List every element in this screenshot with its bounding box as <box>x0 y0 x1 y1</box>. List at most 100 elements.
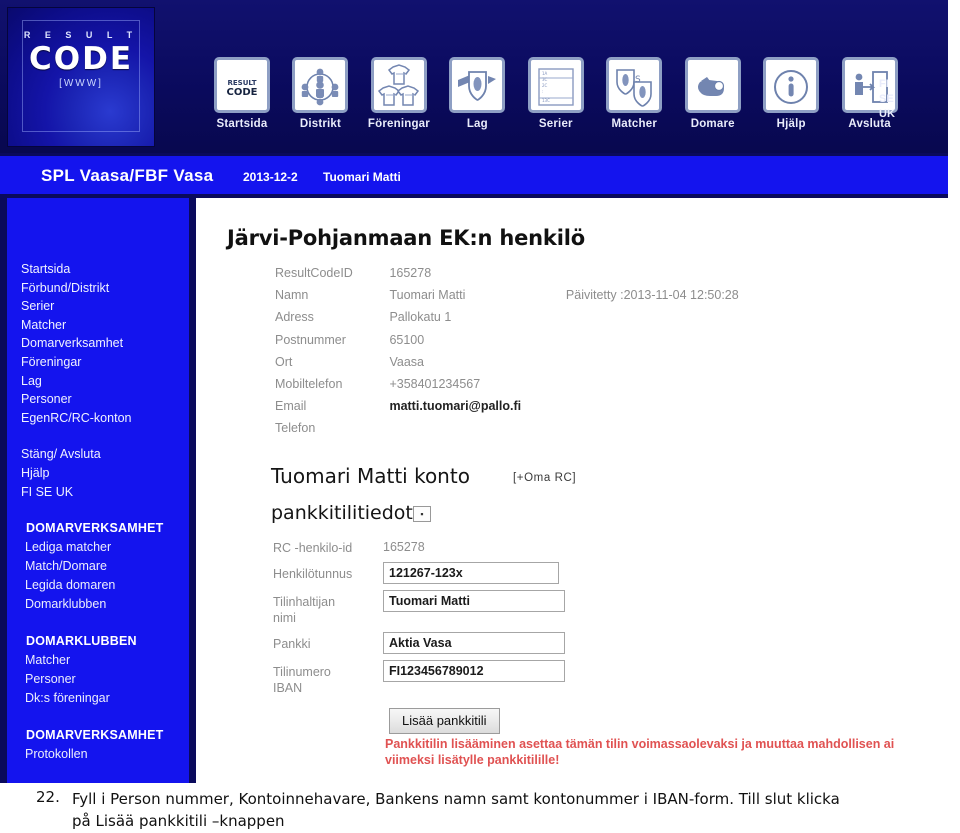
svg-text:RESULT: RESULT <box>228 79 257 87</box>
sidebar-item-match-domare[interactable]: Match/Domare <box>21 557 189 576</box>
figure-caption: 22. Fyll i Person nummer, Kontoinnehavar… <box>0 783 960 833</box>
field-label: Email <box>275 399 307 414</box>
nav-item-hjalp[interactable]: Hjälp <box>754 57 828 130</box>
field-label: Postnummer <box>275 332 346 347</box>
field-value: 65100 <box>389 332 425 347</box>
caption-line-1: Fyll i Person nummer, Kontoinnehavare, B… <box>72 790 840 808</box>
form-row-account-holder: Tilinhaltijan nimi <box>273 590 565 626</box>
warning-message: Pankkitilin lisääminen asettaa tämän til… <box>385 736 948 768</box>
club-name: SPL Vaasa/FBF Vasa <box>41 166 214 185</box>
svg-text:S: S <box>635 75 641 85</box>
sidebar-item-domarklubben[interactable]: Domarklubben <box>21 595 189 614</box>
people-circle-icon <box>292 57 349 113</box>
nav-item-matcher[interactable]: S Matcher <box>597 57 671 130</box>
top-navigation: RESULT CODE Startsida Distrikt Föreninga… <box>205 57 907 149</box>
nav-item-domare[interactable]: Domare <box>676 57 750 130</box>
field-value: 165278 <box>389 266 432 280</box>
field-value-email: matti.tuomari@pallo.fi <box>389 399 522 414</box>
nav-item-startsida[interactable]: RESULT CODE Startsida <box>205 57 279 130</box>
jerseys-icon <box>370 57 427 113</box>
info-circle-icon <box>763 57 820 113</box>
svg-text:2C: 2C <box>542 83 548 88</box>
sidebar-item-protokollen[interactable]: Protokollen <box>21 745 189 764</box>
sidebar-item-legida-domaren[interactable]: Legida domaren <box>21 576 189 595</box>
form-row-rc-id: RC -henkilo-id 165278 <box>273 536 565 556</box>
person-details-table: ResultCodeID 165278 Namn Tuomari Matti P… <box>275 266 739 444</box>
sidebar-item-forbund-distrikt[interactable]: Förbund/Distrikt <box>21 279 189 298</box>
sidebar-item-startsida[interactable]: Startsida <box>21 260 189 279</box>
updated-timestamp: Päivitetty :2013-11-04 12:50:28 <box>565 288 739 303</box>
field-label-line1: Tilinumero <box>273 665 331 679</box>
sidebar-item-egenrc-konton[interactable]: EgenRC/RC-konton <box>21 409 189 428</box>
table-row: Mobiltelefon +358401234567 <box>275 377 739 399</box>
sidebar-item-dk-matcher[interactable]: Matcher <box>21 651 189 670</box>
sidebar-item-foreningar[interactable]: Föreningar <box>21 353 189 372</box>
sidebar-item-hjalp[interactable]: Hjälp <box>21 464 189 483</box>
sidebar-item-personer[interactable]: Personer <box>21 390 189 409</box>
sidebar-item-dk-personer[interactable]: Personer <box>21 670 189 689</box>
table-row: Adress Pallokatu 1 <box>275 310 739 332</box>
app-header: R E S U L T CODE [WWW] RESULT CODE Start… <box>0 0 948 153</box>
nav-label: Lag <box>466 118 488 130</box>
henkilotunnus-input[interactable] <box>383 562 559 584</box>
svg-text::: : <box>542 89 543 94</box>
lang-uk[interactable]: UK <box>879 107 895 122</box>
nav-label: Matcher <box>611 118 658 130</box>
field-value: +358401234567 <box>389 376 481 391</box>
field-label: Mobiltelefon <box>275 376 343 391</box>
field-label-line2: IBAN <box>273 681 303 695</box>
table-row: Ort Vaasa <box>275 355 739 377</box>
main-content: Järvi-Pohjanmaan EK:n henkilö ResultCode… <box>203 200 948 783</box>
bank-section-heading: pankkitilitiedot <box>271 502 413 524</box>
field-value-rc-id: 165278 <box>383 540 425 554</box>
nav-item-foreningar[interactable]: Föreningar <box>362 57 436 130</box>
oma-rc-link[interactable]: [+Oma RC] <box>513 472 576 484</box>
lang-fi[interactable]: FI <box>879 77 895 92</box>
sidebar-item-lediga-matcher[interactable]: Lediga matcher <box>21 538 189 557</box>
context-bar: SPL Vaasa/FBF Vasa 2013-12-2 Tuomari Mat… <box>0 153 948 198</box>
nav-label: Startsida <box>216 118 268 130</box>
nav-item-lag[interactable]: Lag <box>440 57 514 130</box>
logo-code-text: CODE <box>28 41 133 77</box>
lang-se[interactable]: SE <box>879 92 895 107</box>
sidebar-item-domarverksamhet[interactable]: Domarverksamhet <box>21 334 189 353</box>
sidebar-item-stang-avsluta[interactable]: Stäng/ Avsluta <box>21 445 189 464</box>
two-shields-icon: S <box>606 57 663 113</box>
sidebar-divider <box>21 708 189 726</box>
add-bank-account-button[interactable]: Lisää pankkitili <box>389 708 500 734</box>
caption-number: 22. <box>36 788 60 806</box>
sidebar-item-lag[interactable]: Lag <box>21 372 189 391</box>
sidebar-item-matcher[interactable]: Matcher <box>21 316 189 335</box>
resultcode-logo-icon: RESULT CODE <box>214 57 270 113</box>
sidebar-divider <box>21 427 189 445</box>
nav-label: Föreningar <box>367 118 430 130</box>
table-row: Email matti.tuomari@pallo.fi <box>275 399 739 421</box>
field-value: Vaasa <box>389 354 424 369</box>
sidebar-item-serier[interactable]: Serier <box>21 297 189 316</box>
sidebar-language-switcher[interactable]: FI SE UK <box>21 483 189 502</box>
left-sidebar: Startsida Förbund/Distrikt Serier Matche… <box>0 198 196 783</box>
sidebar-group-heading-domarklubben: DOMARKLUBBEN <box>26 634 137 649</box>
page-title: Järvi-Pohjanmaan EK:n henkilö <box>227 226 585 250</box>
field-value: Tuomari Matti <box>389 288 466 303</box>
nav-item-avsluta[interactable]: Avsluta <box>833 57 907 130</box>
bank-name-input[interactable] <box>383 632 565 654</box>
svg-text:1A: 1A <box>542 71 548 76</box>
logo-result-text: R E S U L T <box>23 30 139 40</box>
iban-input[interactable] <box>383 660 565 682</box>
bank-section-toggle-button[interactable]: ▪ <box>413 506 431 522</box>
nav-item-serier[interactable]: 1A 3C 2C : 13C Serier <box>519 57 593 130</box>
bank-account-form: RC -henkilo-id 165278 Henkilötunnus Tili… <box>273 536 565 702</box>
header-language-switcher: FI SE UK <box>879 77 895 122</box>
nav-label: Serier <box>538 118 573 130</box>
sidebar-divider <box>21 501 189 519</box>
account-holder-input[interactable] <box>383 590 565 612</box>
nav-item-distrikt[interactable]: Distrikt <box>283 57 357 130</box>
field-label: Adress <box>275 310 314 325</box>
field-label-line2: nimi <box>273 611 296 625</box>
sidebar-item-dks-foreningar[interactable]: Dk:s föreningar <box>21 689 189 708</box>
field-label-line1: Tilinhaltijan <box>273 595 336 609</box>
nav-label: Distrikt <box>299 118 342 130</box>
sidebar-group-heading-domarverksamhet-2: DOMARVERKSAMHET <box>26 728 164 743</box>
account-section-heading: Tuomari Matti konto <box>271 464 470 488</box>
